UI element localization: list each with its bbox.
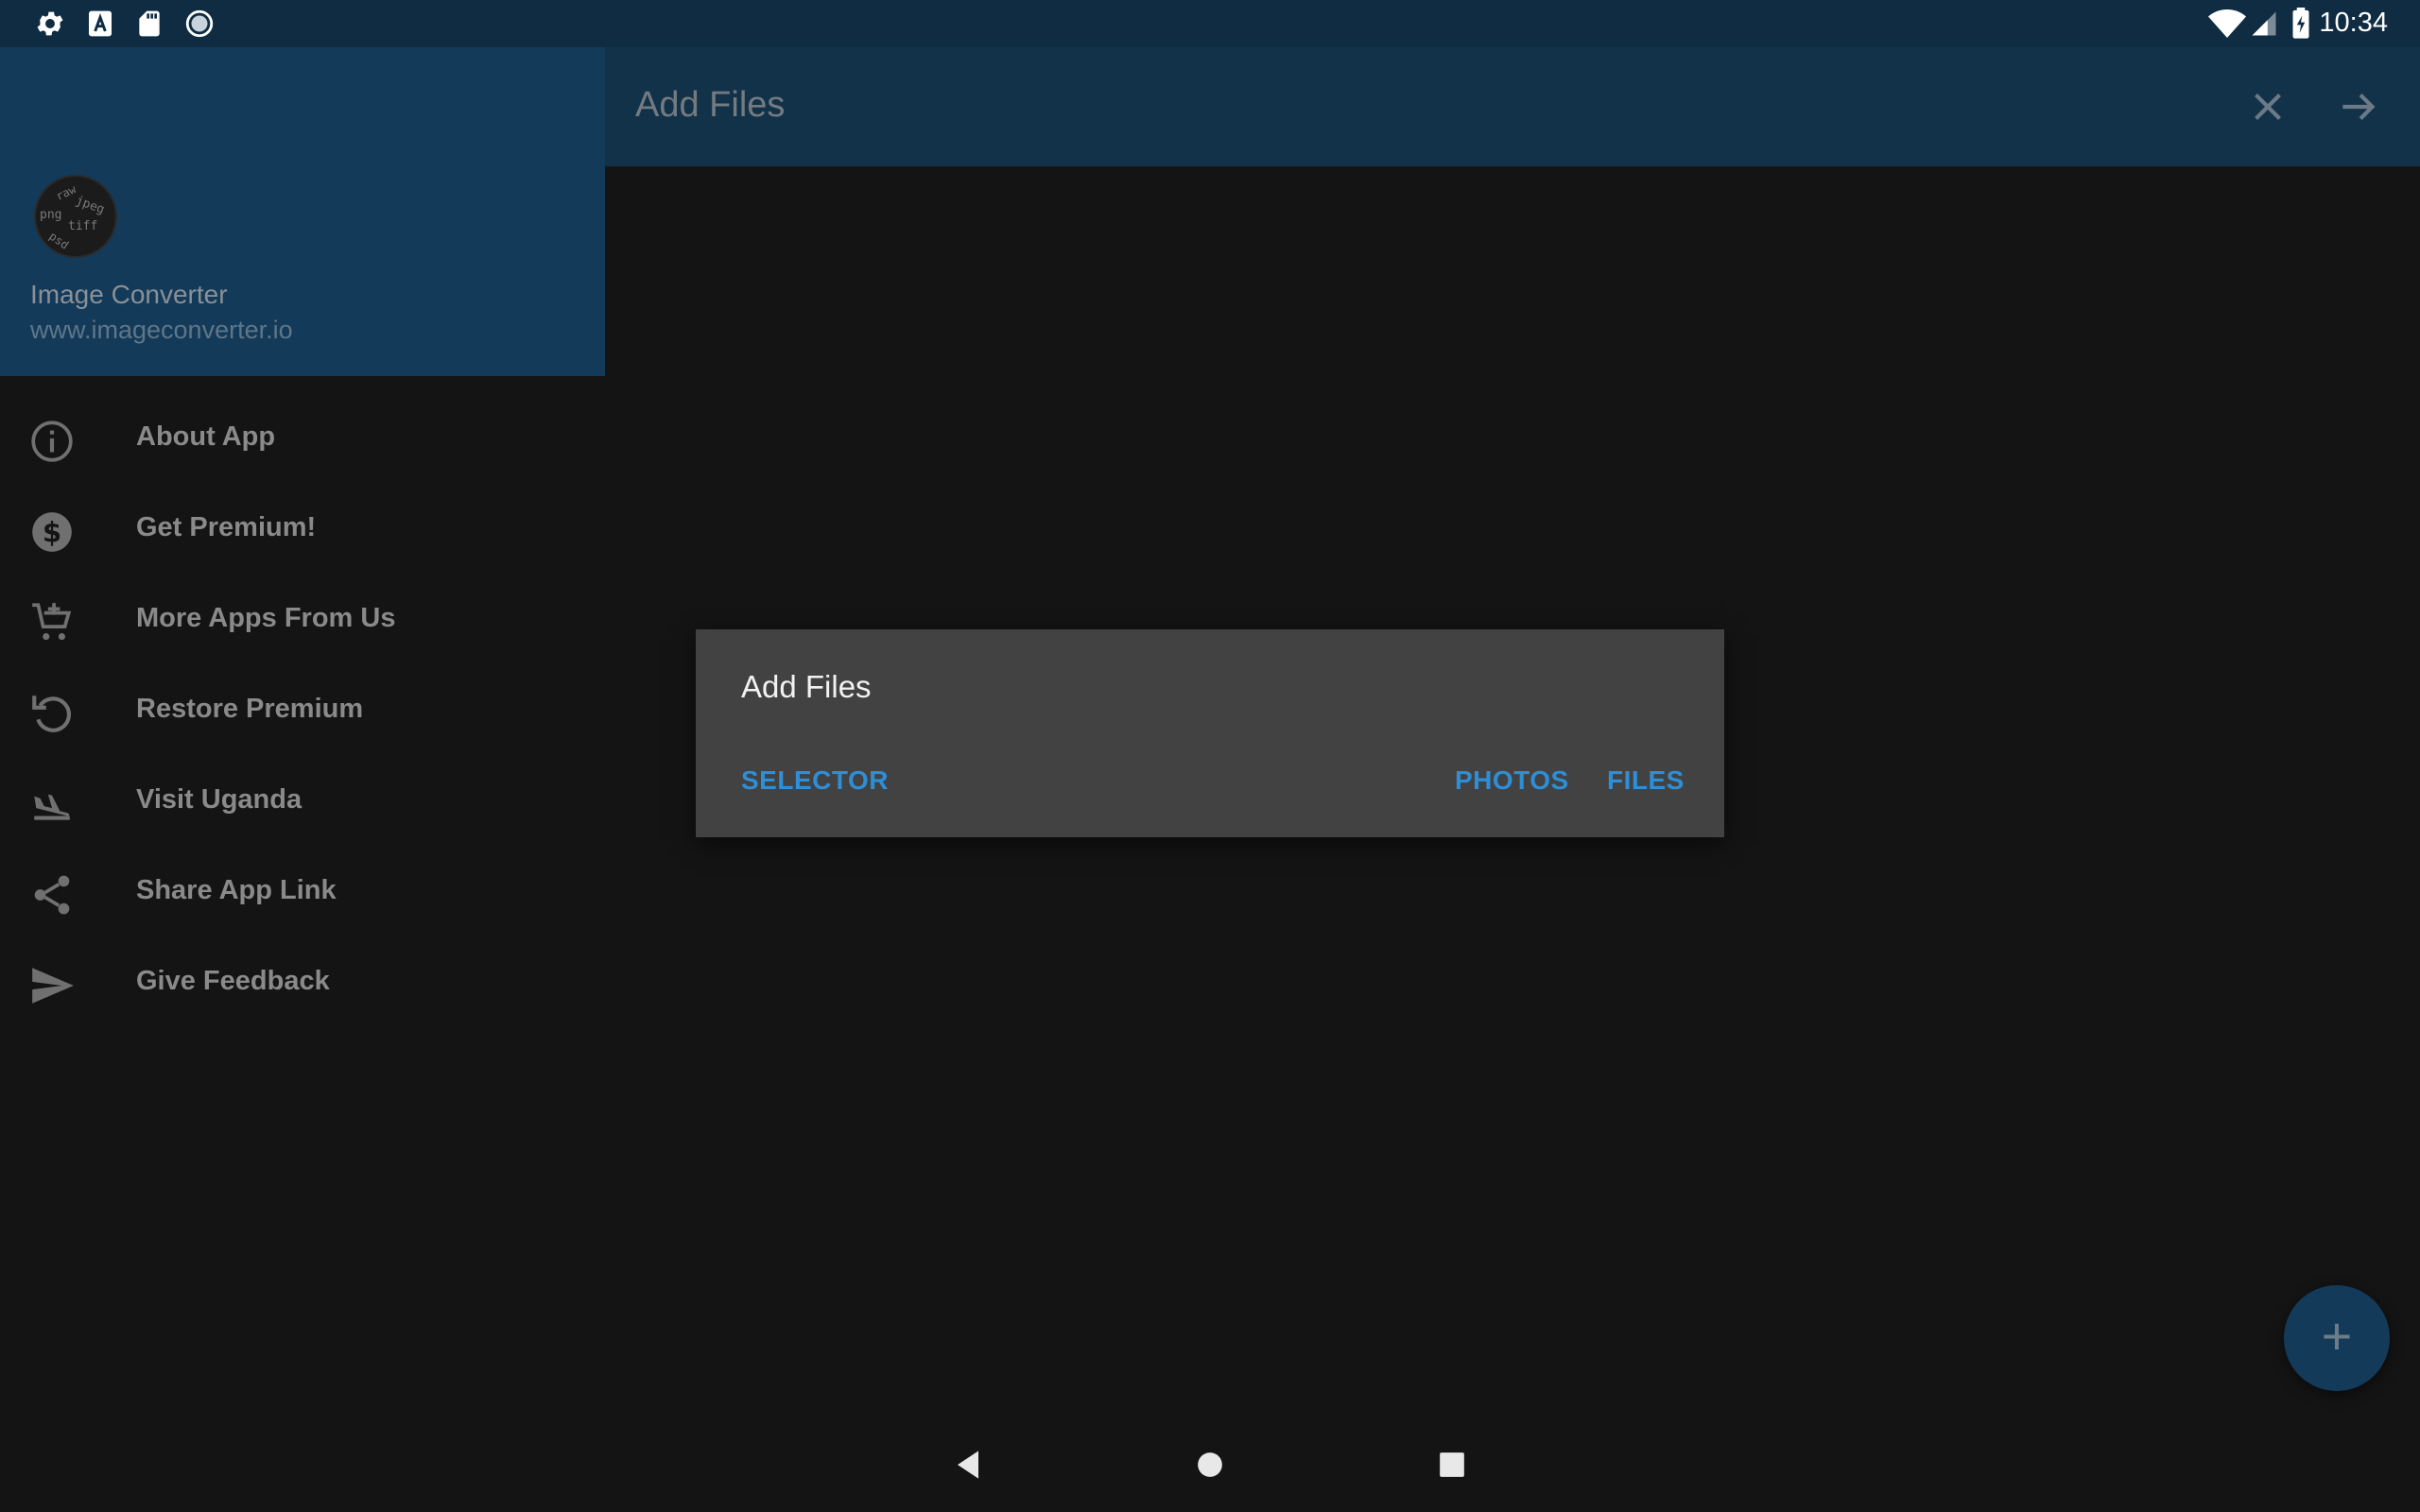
- status-time: 10:34: [2319, 8, 2388, 38]
- drawer-header: raw jpeg png tiff psd Image Converter ww…: [0, 0, 605, 376]
- selector-button[interactable]: SELECTOR: [741, 765, 889, 796]
- drawer-item-label: About App: [136, 421, 276, 452]
- drawer-item-share-app-link[interactable]: Share App Link: [0, 847, 605, 937]
- cellular-signal-icon: [2252, 11, 2276, 36]
- svg-text:raw: raw: [54, 182, 78, 203]
- dialog-title: Add Files: [741, 669, 872, 704]
- svg-text:$: $: [43, 516, 61, 548]
- drawer-item-get-premium[interactable]: $ Get Premium!: [0, 484, 605, 575]
- add-files-dialog: Add Files SELECTOR PHOTOS FILES: [696, 629, 1724, 837]
- sd-card-icon: [139, 10, 160, 37]
- drawer-item-restore-premium[interactable]: Restore Premium: [0, 665, 605, 756]
- close-icon[interactable]: [2244, 83, 2291, 130]
- svg-text:png: png: [40, 208, 61, 222]
- files-button[interactable]: FILES: [1607, 765, 1685, 796]
- battery-charging-icon: [2292, 8, 2309, 39]
- add-icon: +: [2321, 1306, 2353, 1366]
- dollar-icon: $: [32, 512, 72, 552]
- arrow-forward-icon[interactable]: [2335, 83, 2382, 130]
- drawer-item-about-app[interactable]: About App: [0, 393, 605, 484]
- photos-button[interactable]: PHOTOS: [1455, 765, 1569, 796]
- drawer-item-label: More Apps From Us: [136, 603, 396, 633]
- drawer-item-label: Give Feedback: [136, 966, 330, 996]
- font-a-icon: [89, 10, 112, 37]
- drawer-item-label: Restore Premium: [136, 694, 364, 724]
- share-icon: [34, 875, 70, 915]
- app-logo: raw jpeg png tiff psd: [34, 175, 117, 258]
- send-icon: [32, 968, 74, 1004]
- navigation-drawer: raw jpeg png tiff psd Image Converter ww…: [0, 0, 605, 1512]
- recents-icon[interactable]: [1431, 1444, 1473, 1486]
- drawer-item-label: Visit Uganda: [136, 784, 302, 815]
- status-bar: 10:34: [0, 0, 2420, 47]
- drawer-item-visit-uganda[interactable]: Visit Uganda: [0, 756, 605, 847]
- wifi-icon: [2208, 9, 2246, 38]
- page-title: Add Files: [635, 85, 786, 125]
- drawer-item-label: Get Premium!: [136, 512, 317, 542]
- settings-icon: [37, 11, 63, 36]
- info-icon: [31, 421, 73, 462]
- logo-graphic: raw jpeg png tiff psd: [40, 182, 107, 252]
- add-fab-button[interactable]: +: [2284, 1285, 2390, 1391]
- app-website[interactable]: www.imageconverter.io: [30, 316, 293, 345]
- drawer-item-label: Share App Link: [136, 875, 337, 905]
- back-icon[interactable]: [947, 1444, 989, 1486]
- system-nav-bar: [0, 1418, 2420, 1512]
- home-icon[interactable]: [1189, 1444, 1231, 1486]
- flight-land-icon: [34, 794, 70, 820]
- svg-text:tiff: tiff: [68, 219, 97, 233]
- svg-text:jpeg: jpeg: [74, 194, 107, 217]
- restore-icon: [32, 696, 71, 732]
- cart-add-icon: [32, 603, 72, 641]
- app-name: Image Converter: [30, 280, 228, 309]
- drawer-item-more-apps[interactable]: More Apps From Us: [0, 575, 605, 665]
- drawer-item-give-feedback[interactable]: Give Feedback: [0, 937, 605, 1028]
- sync-circle-icon: [185, 9, 214, 38]
